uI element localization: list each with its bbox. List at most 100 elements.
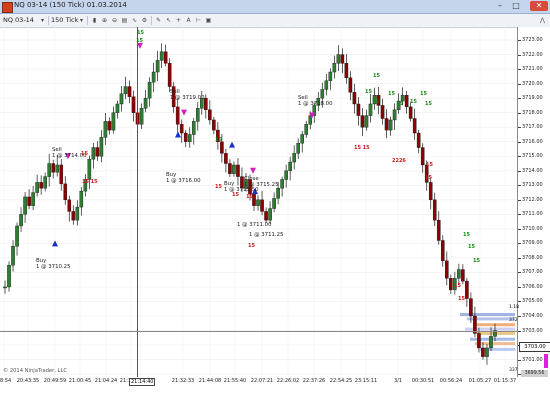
candle <box>336 54 341 64</box>
candle <box>55 164 60 173</box>
volume-profile-bar <box>460 313 515 317</box>
trade-arrows <box>52 42 315 247</box>
candle <box>276 188 280 199</box>
candle <box>91 147 96 160</box>
indicators-icon[interactable]: ∿ <box>130 16 139 25</box>
red-marker: 15 <box>215 184 222 190</box>
candle <box>344 63 349 79</box>
red-marker: 15 15 <box>354 145 370 151</box>
red-marker: 15 <box>246 194 253 200</box>
trade-annotation-sell-3: Sell 1 @ 3718.00 <box>298 95 333 107</box>
candle <box>404 95 409 108</box>
properties-icon[interactable]: ▤ <box>120 16 129 25</box>
dropdown-icon[interactable]: ▾ <box>38 16 47 25</box>
annotation-line: 1 @ 3719.00 <box>170 95 205 101</box>
bar-style-icon[interactable]: ▮ <box>90 16 99 25</box>
x-tick-label: 00:56:24 <box>439 378 463 384</box>
y-tick-mark <box>518 272 521 274</box>
candle <box>356 103 361 116</box>
y-tick-label: 3715.00 <box>522 153 543 160</box>
x-tick-label: 22:07:21 <box>250 378 274 384</box>
zoom-in-icon[interactable]: ⊕ <box>100 16 109 25</box>
instrument-selector[interactable]: NQ 03-14 <box>3 16 34 25</box>
minimize-button[interactable]: – <box>494 1 506 11</box>
time-axis[interactable]: 38:54 20:43:3520:49:5921:00:4521:04:24 21:… <box>0 377 550 415</box>
candle <box>445 260 449 279</box>
text-icon[interactable]: A <box>184 16 193 25</box>
trade-annotation-buy-4: 1 @ 3711.00 <box>237 222 272 228</box>
candle <box>87 158 92 180</box>
app-icon <box>2 2 13 13</box>
price-chart[interactable] <box>0 27 517 377</box>
period-selector[interactable]: 150 Tick <box>51 16 78 25</box>
red-marker: 15 <box>454 283 461 289</box>
candle <box>127 86 132 97</box>
dropdown-icon[interactable]: ▾ <box>77 16 86 25</box>
y-tick-label: 3705.00 <box>522 298 543 305</box>
green-marker: 15 <box>396 101 403 107</box>
candle <box>364 115 369 128</box>
candle <box>328 71 333 81</box>
buy-arrow <box>229 141 235 148</box>
candle <box>7 264 11 288</box>
candle <box>99 137 104 157</box>
candle <box>440 240 445 262</box>
candle <box>461 269 465 282</box>
candle <box>489 336 493 349</box>
candle <box>19 214 23 227</box>
y-tick-mark <box>518 359 521 361</box>
x-tick-label: 22:26:02 <box>276 378 300 384</box>
candle <box>139 108 144 125</box>
x-tick-label: 01:05:27 <box>468 378 492 384</box>
close-button[interactable]: ✕ <box>530 1 548 11</box>
candle <box>236 164 240 177</box>
candle <box>27 196 31 206</box>
candle <box>51 163 55 173</box>
y-tick-label: 3704.00 <box>522 313 543 319</box>
crosshair-icon[interactable]: + <box>174 16 183 25</box>
y-tick-mark <box>518 214 521 216</box>
y-tick-mark <box>518 83 521 85</box>
candle <box>412 118 417 134</box>
annotation-line: 1 @ 3715.25 <box>244 182 279 188</box>
copyright: © 2014 NinjaTrader, LLC <box>3 368 67 374</box>
candle <box>432 199 437 221</box>
red-marker: 15 <box>232 192 239 198</box>
title-bar[interactable]: NQ 03-14 (150 Tick) 01.03.2014 – □ ✕ <box>0 0 550 14</box>
candle <box>151 71 156 83</box>
candle <box>420 147 425 166</box>
trade-annotation-buy-1: Buy 1 @ 3710.25 <box>36 258 71 270</box>
collapse-toolbar-icon[interactable]: ⋀ <box>538 16 547 25</box>
green-marker: 15 <box>473 258 480 264</box>
candle <box>111 112 116 131</box>
candle <box>107 121 112 131</box>
snapshot-icon[interactable]: ▣ <box>204 16 213 25</box>
drawing-tools-icon[interactable]: ✎ <box>154 16 163 25</box>
candle <box>292 153 296 163</box>
ruler-icon[interactable]: ⊢ <box>194 16 203 25</box>
trade-annotation-buy-2: Buy 1 @ 3716.00 <box>166 172 201 184</box>
zoom-out-icon[interactable]: ⊖ <box>110 16 119 25</box>
candle <box>63 183 68 201</box>
red-marker: 15 <box>248 243 255 249</box>
strategies-icon[interactable]: ⚙ <box>140 16 149 25</box>
candle <box>465 280 469 299</box>
x-tick-label: 21:00:45 <box>68 378 92 384</box>
pointer-icon[interactable]: ↖ <box>164 16 173 25</box>
green-marker: 15 <box>137 30 144 36</box>
candle <box>304 124 309 135</box>
price-axis[interactable]: 3723.00 3722.00 3721.00 3720.00 3719.00 3718.… <box>517 27 550 377</box>
x-tick-label: 21:55:40 <box>223 378 247 384</box>
x-tick-label: 23:15:11 <box>354 378 378 384</box>
candle <box>457 269 461 279</box>
candle <box>449 278 453 291</box>
candle <box>288 161 292 171</box>
candle <box>147 81 152 99</box>
y-tick-label: 3709.00 <box>522 240 543 247</box>
red-marker: 2226 <box>392 158 406 164</box>
green-marker: 15 <box>388 91 395 97</box>
candle <box>195 108 200 122</box>
y-tick-mark <box>518 127 521 129</box>
maximize-button[interactable]: □ <box>510 1 522 11</box>
candle <box>123 86 128 95</box>
